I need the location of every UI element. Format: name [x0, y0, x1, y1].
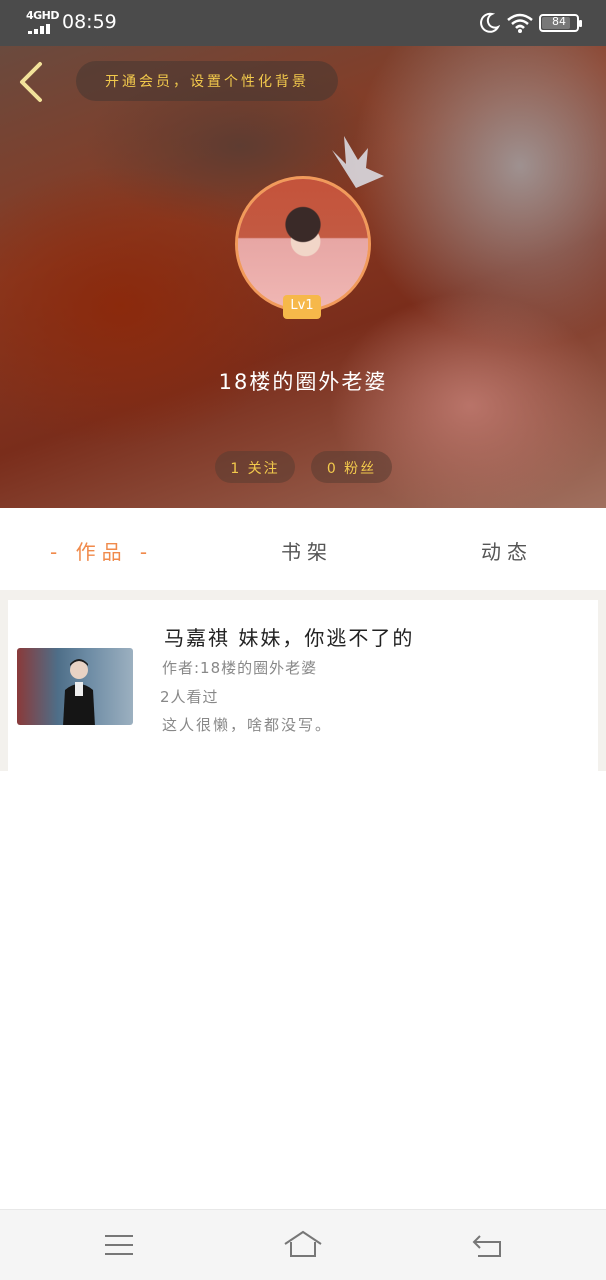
battery-level: 84: [552, 15, 566, 28]
system-nav-bar: [0, 1209, 606, 1280]
tab-works[interactable]: - 作品 -: [50, 536, 153, 565]
moon-icon: [480, 12, 500, 33]
battery-icon: 84: [539, 14, 582, 32]
book-description: 这人很懒，啥都没写。: [162, 716, 333, 734]
menu-icon[interactable]: [99, 1228, 139, 1262]
tab-bookshelf[interactable]: 书架: [281, 536, 333, 565]
level-text: Lv1: [290, 298, 314, 313]
level-badge: Lv1: [283, 295, 321, 319]
card-margin-left: [0, 600, 8, 771]
follow-count-button[interactable]: 1 关注: [215, 451, 295, 483]
home-icon[interactable]: [283, 1228, 323, 1262]
book-views: 2人看过: [160, 688, 219, 706]
section-divider: [0, 590, 606, 600]
follow-count: 1 关注: [230, 461, 280, 477]
signal-icon: 4GHD: [26, 9, 60, 35]
avatar[interactable]: [235, 176, 371, 312]
status-time: 08:59: [62, 11, 117, 33]
vip-banner-button[interactable]: 开通会员，设置个性化背景: [76, 61, 338, 101]
network-type: 4GHD: [26, 9, 60, 22]
book-cover[interactable]: [17, 648, 133, 725]
wifi-icon: [507, 13, 533, 33]
profile-header: 开通会员，设置个性化背景 Lv1 18楼的圈外老婆 1 关注 0 粉丝: [0, 46, 606, 508]
fans-count-button[interactable]: 0 粉丝: [311, 451, 392, 483]
avatar-photo: [238, 179, 368, 309]
status-bar: 4GHD 08:59 84: [0, 0, 606, 46]
card-margin-right: [598, 600, 606, 771]
vip-banner-text: 开通会员，设置个性化背景: [105, 74, 309, 90]
username: 18楼的圈外老婆: [218, 370, 388, 394]
work-card[interactable]: 马嘉祺 妹妹，你逃不了的 作者:18楼的圈外老婆 2人看过 这人很懒，啥都没写。: [8, 600, 598, 771]
chevron-left-icon[interactable]: [14, 60, 50, 104]
profile-tabs: - 作品 - 书架 动态: [0, 508, 606, 590]
cover-figure: [63, 659, 95, 725]
tab-feed[interactable]: 动态: [481, 536, 533, 565]
book-title[interactable]: 马嘉祺 妹妹，你逃不了的: [164, 622, 414, 651]
back-icon[interactable]: [468, 1228, 508, 1262]
book-author: 作者:18楼的圈外老婆: [162, 659, 318, 677]
fans-count: 0 粉丝: [326, 461, 377, 477]
